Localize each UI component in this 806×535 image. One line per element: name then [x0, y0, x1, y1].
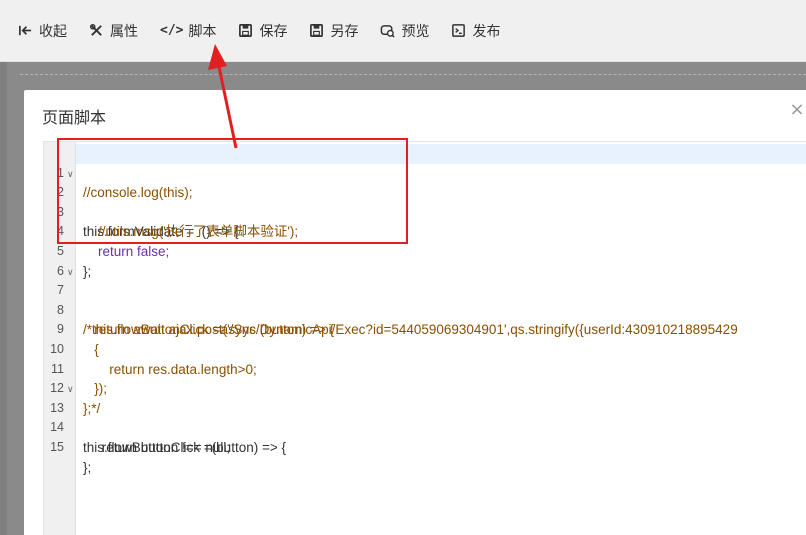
annotation-arrow-icon	[208, 44, 238, 149]
